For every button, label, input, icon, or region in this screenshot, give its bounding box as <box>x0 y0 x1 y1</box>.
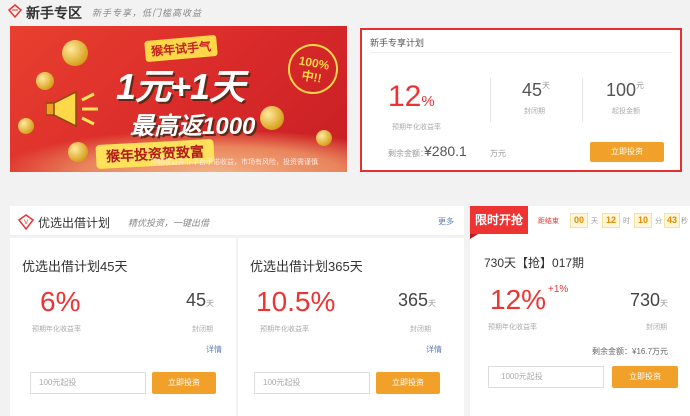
newbie-plan-card: 新手专享计划 12% 预期年化收益率 45天 封闭期 100元 起投金额 剩余金… <box>360 28 682 172</box>
newbie-amount-unit: 元 <box>636 81 645 90</box>
flash-invest-button[interactable]: 立即投资 <box>612 366 678 388</box>
newbie-invest-button[interactable]: 立即投资 <box>590 142 664 162</box>
top-header: 新手专区 新手专享，低门槛高收益 <box>0 0 690 22</box>
plan-title: 优选出借计划365天 <box>250 259 363 274</box>
coin-icon <box>62 40 88 66</box>
coin-icon <box>68 142 88 162</box>
countdown-days-unit: 天 <box>591 218 598 225</box>
promo-banner[interactable]: 猴年试手气 1元+1天 最高返1000 猴年投资贺致富 100% 中!! 预期收… <box>10 26 347 172</box>
newbie-rate-unit: % <box>421 93 435 110</box>
newbie-amount-label: 起投金额 <box>612 108 640 115</box>
diamond-icon: V <box>18 214 34 230</box>
newbie-remaining-unit: 万元 <box>490 149 506 158</box>
megaphone-icon <box>46 90 98 128</box>
plan-days: 365天 <box>398 290 436 311</box>
newbie-plan-title: 新手专享计划 <box>370 38 425 48</box>
plan-rate-label: 预期年化收益率 <box>260 326 309 333</box>
countdown-hours-unit: 时 <box>623 218 630 225</box>
divider <box>582 78 583 122</box>
banner-stamp: 100% 中!! <box>284 40 342 98</box>
diamond-logo-icon <box>8 4 22 18</box>
newbie-min-amount: 100元 <box>606 80 644 101</box>
banner-headline: 1元+1天 <box>116 66 245 107</box>
plan-title: 优选出借计划45天 <box>22 259 128 274</box>
flash-rate: 12% <box>490 284 547 315</box>
plan-rate-label: 预期年化收益率 <box>32 326 81 333</box>
divider <box>490 78 491 122</box>
countdown-hours: 12 <box>602 213 620 228</box>
countdown-seconds-unit: 秒 <box>681 218 688 225</box>
page-slogan: 新手专享，低门槛高收益 <box>92 8 203 18</box>
plan-invest-button[interactable]: 立即投资 <box>376 372 440 394</box>
flash-bonus-rate: +1% <box>548 284 569 295</box>
banner-subheadline: 最高返1000 <box>130 113 256 140</box>
flash-sale-card: 限时开抢 距结束 00 天 12 时 10 分 43 秒 730天【抢】017期… <box>470 206 690 416</box>
plan-days-unit: 天 <box>206 299 215 308</box>
flash-days-unit: 天 <box>660 299 669 308</box>
plan-invest-button[interactable]: 立即投资 <box>152 372 216 394</box>
plan-days-label: 封闭期 <box>410 326 431 333</box>
plan-rate: 6% <box>40 286 81 317</box>
flash-amount-input[interactable]: 1000元起投 <box>488 366 604 388</box>
coin-icon <box>316 130 332 146</box>
newbie-days-value: 45 <box>522 80 543 100</box>
plan-amount-input[interactable]: 100元起投 <box>30 372 146 394</box>
banner-disclaimer: 预期收益并非平台承诺收益，市场有风险，投资需谨慎 <box>150 159 318 166</box>
newbie-rate: 12% <box>388 80 435 114</box>
plan-detail-link[interactable]: 详情 <box>206 344 222 355</box>
flash-sale-tag: 限时开抢 <box>470 206 528 239</box>
coin-icon <box>18 118 34 134</box>
flash-remaining: 剩余金额：¥16.7万元 <box>592 347 669 356</box>
flash-rate-label: 预期年化收益率 <box>488 324 537 331</box>
countdown-label: 距结束 <box>538 218 559 225</box>
plan-days-value: 365 <box>398 290 429 310</box>
preferred-section-header: V 优选出借计划 精优投资，一键出借 更多 <box>10 206 464 236</box>
svg-text:V: V <box>24 219 29 226</box>
plan-days: 45天 <box>186 290 214 311</box>
flash-days-value: 730 <box>630 290 661 310</box>
flash-days-label: 封闭期 <box>646 324 667 331</box>
plan-card: 优选出借计划365天 10.5% 预期年化收益率 365天 封闭期 详情 100… <box>238 238 464 416</box>
newbie-remaining-label: 剩余金额： <box>388 149 428 158</box>
flash-days: 730天 <box>630 290 668 311</box>
newbie-amount-value: 100 <box>606 80 637 100</box>
newbie-days-unit: 天 <box>542 81 551 90</box>
preferred-section-slogan: 精优投资，一键出借 <box>128 218 210 228</box>
flash-title: 730天【抢】017期 <box>484 256 585 270</box>
plan-amount-input[interactable]: 100元起投 <box>254 372 370 394</box>
newbie-days-label: 封闭期 <box>524 108 545 115</box>
countdown-minutes-unit: 分 <box>655 218 662 225</box>
preferred-section-title: 优选出借计划 <box>38 216 111 230</box>
plan-detail-link[interactable]: 详情 <box>426 344 442 355</box>
countdown-minutes: 10 <box>634 213 652 228</box>
coin-icon <box>260 106 284 130</box>
newbie-rate-value: 12 <box>388 80 422 113</box>
plan-card: 优选出借计划45天 6% 预期年化收益率 45天 封闭期 详情 100元起投 立… <box>10 238 236 416</box>
plan-days-label: 封闭期 <box>192 326 213 333</box>
more-link[interactable]: 更多 <box>438 216 454 227</box>
countdown-days: 00 <box>570 213 588 228</box>
newbie-rate-label: 预期年化收益率 <box>392 124 441 131</box>
newbie-days: 45天 <box>522 80 550 101</box>
plan-rate: 10.5% <box>256 286 336 317</box>
countdown-seconds: 43 <box>664 213 680 228</box>
divider <box>370 52 672 53</box>
page-title: 新手专区 <box>26 5 82 21</box>
newbie-remaining-value: ¥280.1 <box>424 143 467 159</box>
plan-days-unit: 天 <box>428 299 437 308</box>
plan-days-value: 45 <box>186 290 207 310</box>
